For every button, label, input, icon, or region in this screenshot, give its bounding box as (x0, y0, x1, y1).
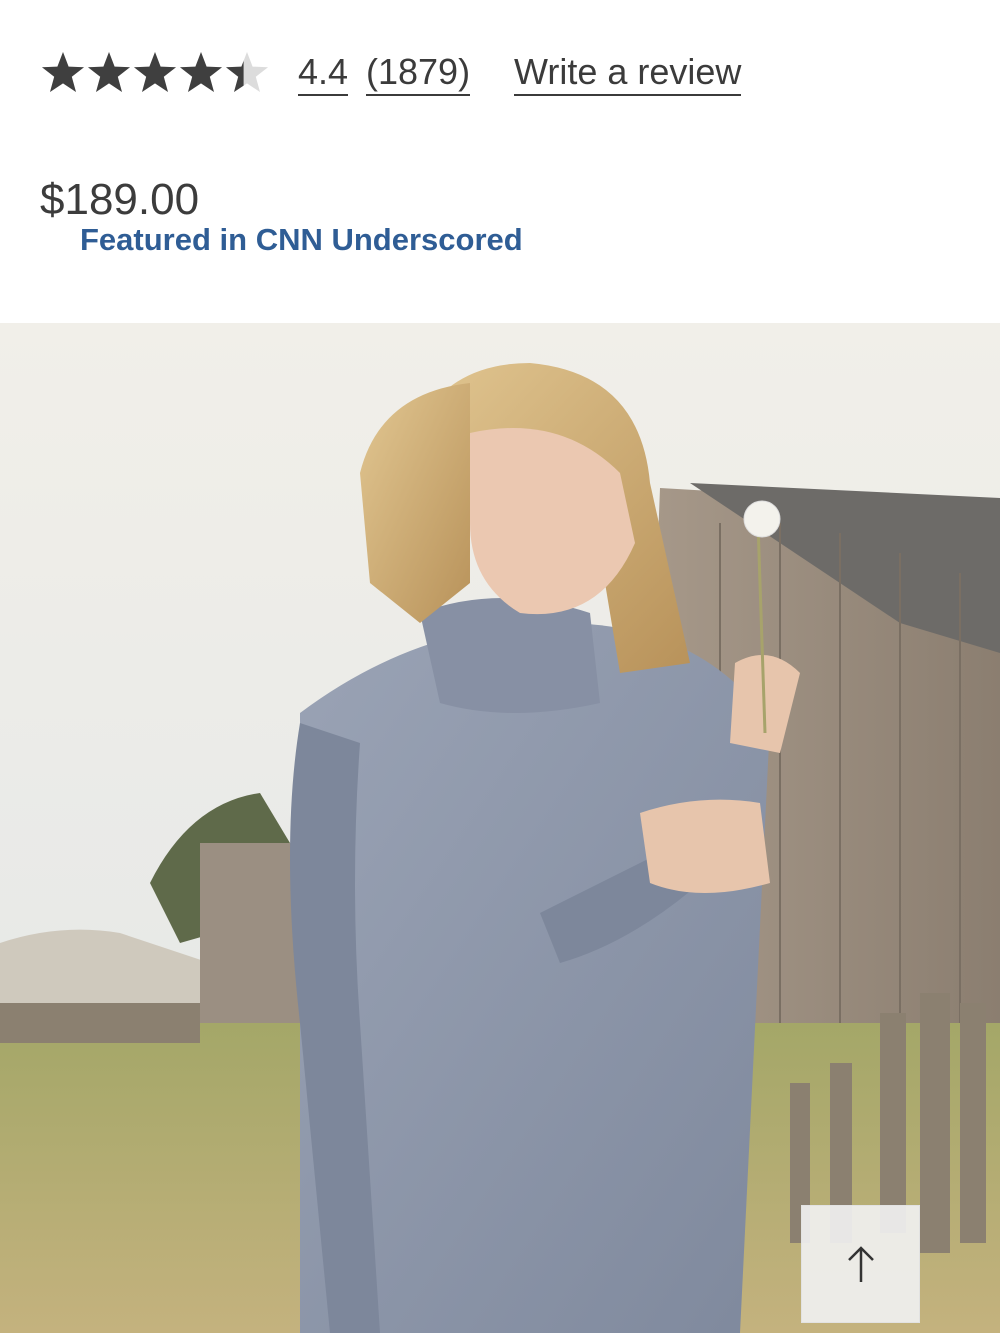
star-filled-icon (88, 52, 130, 92)
review-count-link[interactable]: (1879) (366, 52, 471, 96)
arrow-up-icon (847, 1246, 874, 1282)
star-filled-icon (180, 52, 222, 92)
star-filled-icon (42, 52, 84, 92)
product-price: $189.00 (40, 175, 200, 224)
product-photo (0, 323, 1000, 1333)
back-to-top-button[interactable] (801, 1205, 920, 1323)
star-filled-icon (134, 52, 176, 92)
featured-badge-link[interactable]: Featured in CNN Underscored (80, 221, 523, 259)
write-review-link[interactable]: Write a review (514, 52, 742, 96)
product-image[interactable] (0, 323, 1000, 1333)
rating-value-link[interactable]: 4.4 (298, 52, 349, 96)
star-rating[interactable] (40, 50, 272, 96)
